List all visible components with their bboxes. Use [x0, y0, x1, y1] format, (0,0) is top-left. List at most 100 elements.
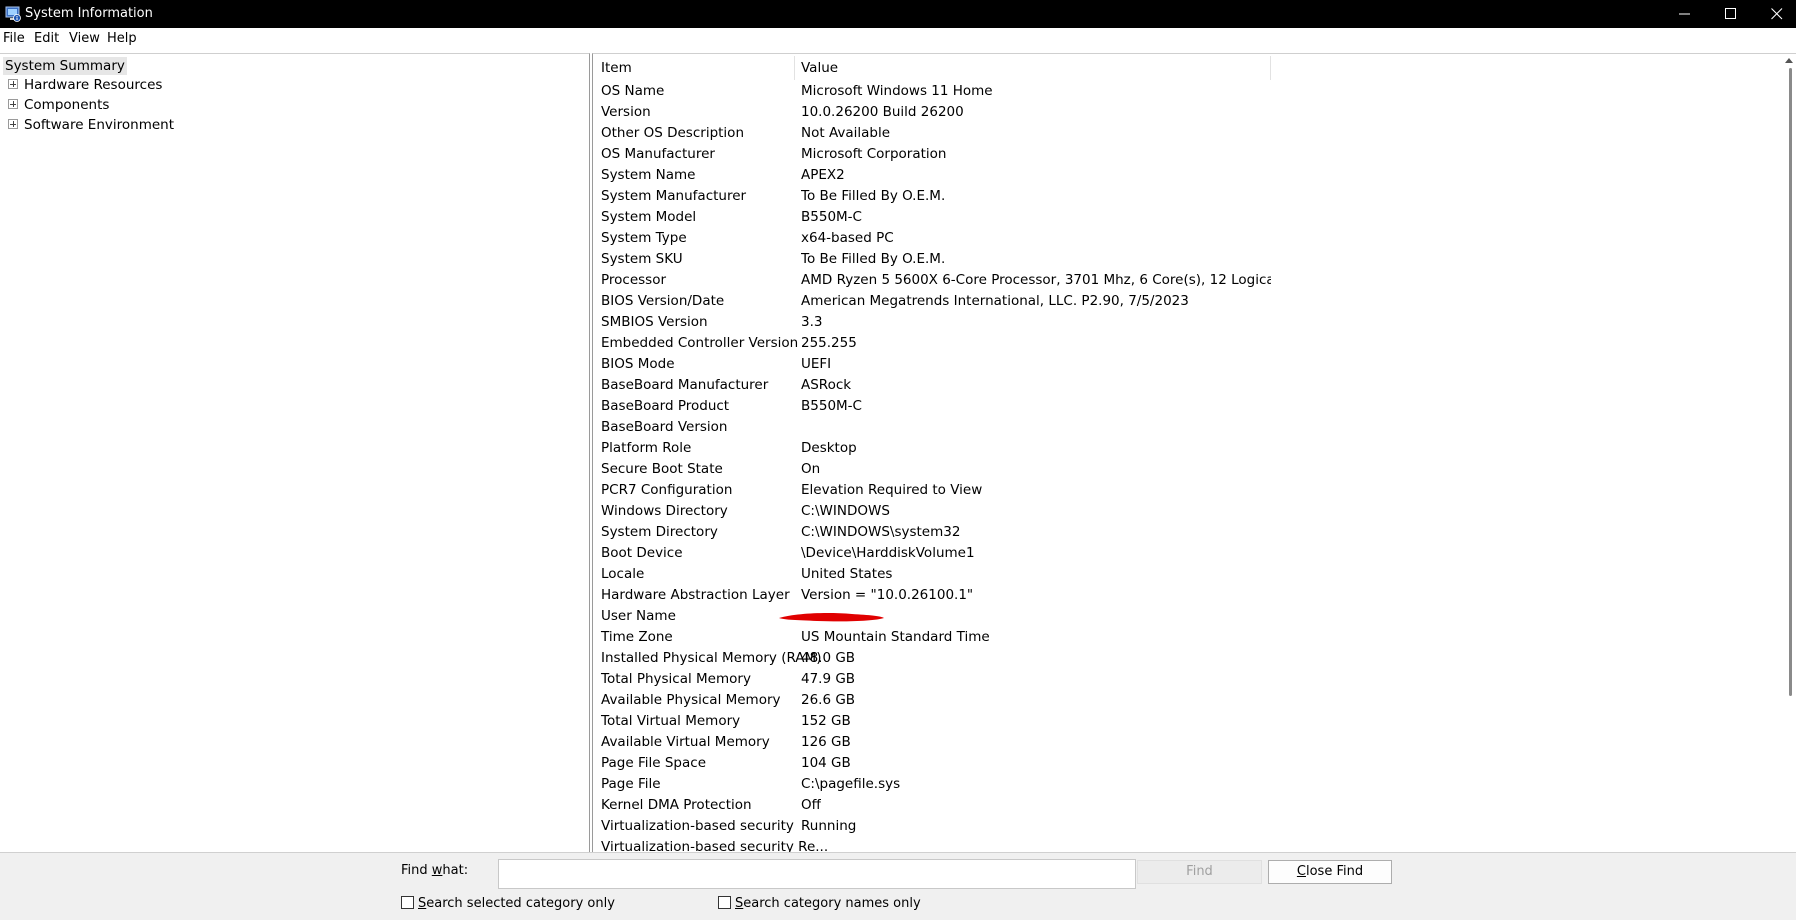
details-list[interactable]: Item Value OS Name Microsoft Windows 11 H… — [592, 53, 1796, 852]
value-cell: Running — [801, 818, 857, 834]
item-cell: Total Physical Memory — [601, 671, 751, 687]
table-row[interactable]: Available Physical Memory 26.6 GB — [593, 690, 1783, 711]
item-cell: BIOS Version/Date — [601, 293, 725, 309]
menu-edit[interactable]: Edit — [34, 31, 59, 47]
item-cell: Total Virtual Memory — [601, 713, 741, 729]
item-cell: Other OS Description — [601, 125, 744, 141]
table-row[interactable]: Boot Device \Device\HarddiskVolume1 — [593, 543, 1783, 564]
column-header-value[interactable]: Value — [801, 60, 838, 76]
item-cell: SMBIOS Version — [601, 314, 708, 330]
value-cell: C:\WINDOWS — [801, 503, 890, 519]
value-cell: Elevation Required to View — [801, 482, 983, 498]
table-row[interactable]: Installed Physical Memory (RAM) 48.0 GB — [593, 648, 1783, 669]
table-row[interactable]: Total Physical Memory 47.9 GB — [593, 669, 1783, 690]
table-row[interactable]: BIOS Mode UEFI — [593, 354, 1783, 375]
table-row[interactable]: System SKU To Be Filled By O.E.M. — [593, 249, 1783, 270]
menu-file[interactable]: File — [3, 31, 25, 47]
table-row[interactable]: Virtualization-based security Running — [593, 816, 1783, 837]
table-row[interactable]: BaseBoard Manufacturer ASRock — [593, 375, 1783, 396]
table-row[interactable]: Kernel DMA Protection Off — [593, 795, 1783, 816]
table-row[interactable]: Total Virtual Memory 152 GB — [593, 711, 1783, 732]
maximize-icon — [1725, 8, 1736, 19]
table-row[interactable]: Page File Space 104 GB — [593, 753, 1783, 774]
checkbox-box[interactable] — [718, 896, 731, 909]
find-what-input[interactable] — [498, 859, 1136, 889]
column-divider[interactable] — [794, 56, 795, 80]
table-row[interactable]: Locale United States — [593, 564, 1783, 585]
title-bar: System Information — [0, 0, 1796, 28]
table-row[interactable]: SMBIOS Version 3.3 — [593, 312, 1783, 333]
redaction-mark — [779, 613, 884, 622]
close-button[interactable] — [1754, 0, 1796, 28]
expand-icon[interactable] — [8, 99, 18, 109]
menu-view[interactable]: View — [69, 31, 100, 47]
item-cell: Boot Device — [601, 545, 683, 561]
category-tree[interactable]: System Summary Hardware Resources Compon… — [0, 53, 590, 852]
system-information-icon — [5, 6, 21, 22]
tree-item-system-summary[interactable]: System Summary — [3, 57, 127, 75]
scroll-up-icon[interactable] — [1785, 57, 1793, 63]
value-cell: To Be Filled By O.E.M. — [801, 188, 946, 204]
tree-item-label: Software Environment — [24, 117, 175, 133]
expand-icon[interactable] — [8, 79, 18, 89]
item-cell: BaseBoard Manufacturer — [601, 377, 769, 393]
search-selected-category-checkbox[interactable]: Search selected category only — [401, 896, 615, 911]
value-cell: 152 GB — [801, 713, 851, 729]
minimize-button[interactable] — [1662, 0, 1708, 28]
item-cell: System SKU — [601, 251, 683, 267]
vertical-scrollbar[interactable] — [1789, 68, 1792, 696]
table-row[interactable]: Other OS Description Not Available — [593, 123, 1783, 144]
item-cell: Page File — [601, 776, 661, 792]
value-cell: 126 GB — [801, 734, 851, 750]
table-row[interactable]: Time Zone US Mountain Standard Time — [593, 627, 1783, 648]
table-row[interactable]: OS Manufacturer Microsoft Corporation — [593, 144, 1783, 165]
table-row[interactable]: Secure Boot State On — [593, 459, 1783, 480]
table-row[interactable]: System Type x64-based PC — [593, 228, 1783, 249]
table-row[interactable]: Processor AMD Ryzen 5 5600X 6-Core Proces… — [593, 270, 1783, 291]
item-cell: Platform Role — [601, 440, 692, 456]
table-row[interactable]: Windows Directory C:\WINDOWS — [593, 501, 1783, 522]
table-row[interactable]: Available Virtual Memory 126 GB — [593, 732, 1783, 753]
table-row[interactable]: User Name — [593, 606, 1783, 627]
find-what-label: Find what: — [401, 863, 469, 878]
column-header-item[interactable]: Item — [601, 60, 632, 76]
tree-item-components[interactable]: Components — [8, 96, 109, 114]
table-row[interactable]: Version 10.0.26200 Build 26200 — [593, 102, 1783, 123]
menu-help[interactable]: Help — [107, 31, 137, 47]
table-row[interactable]: Virtualization-based security Re... — [593, 837, 1783, 852]
maximize-button[interactable] — [1708, 0, 1754, 28]
close-find-button[interactable]: Close Find — [1268, 860, 1392, 884]
value-cell: On — [801, 461, 821, 477]
value-cell: Version = "10.0.26100.1" — [801, 587, 974, 603]
item-cell: User Name — [601, 608, 676, 624]
table-row[interactable]: BaseBoard Version — [593, 417, 1783, 438]
table-row[interactable]: System Manufacturer To Be Filled By O.E.M… — [593, 186, 1783, 207]
tree-item-software-environment[interactable]: Software Environment — [8, 116, 174, 134]
checkbox-box[interactable] — [401, 896, 414, 909]
find-button[interactable]: Find — [1137, 860, 1262, 884]
item-cell: System Model — [601, 209, 697, 225]
column-divider[interactable] — [1270, 56, 1271, 80]
close-icon — [1771, 8, 1783, 20]
value-cell: 47.9 GB — [801, 671, 856, 687]
list-header: Item Value — [593, 54, 1783, 81]
table-row[interactable]: BIOS Version/Date American Megatrends Int… — [593, 291, 1783, 312]
table-row[interactable]: Page File C:\pagefile.sys — [593, 774, 1783, 795]
table-row[interactable]: System Model B550M-C — [593, 207, 1783, 228]
table-row[interactable]: Platform Role Desktop — [593, 438, 1783, 459]
expand-icon[interactable] — [8, 119, 18, 129]
minimize-icon — [1679, 13, 1690, 15]
table-row[interactable]: OS Name Microsoft Windows 11 Home — [593, 81, 1783, 102]
item-cell: OS Manufacturer — [601, 146, 715, 162]
table-row[interactable]: Hardware Abstraction Layer Version = "10.… — [593, 585, 1783, 606]
item-cell: BaseBoard Version — [601, 419, 728, 435]
table-row[interactable]: System Directory C:\WINDOWS\system32 — [593, 522, 1783, 543]
search-category-names-checkbox[interactable]: Search category names only — [718, 896, 921, 911]
tree-item-hardware-resources[interactable]: Hardware Resources — [8, 76, 162, 94]
item-cell: Page File Space — [601, 755, 706, 771]
table-row[interactable]: Embedded Controller Version 255.255 — [593, 333, 1783, 354]
item-cell: Virtualization-based security Re... — [601, 839, 829, 852]
table-row[interactable]: BaseBoard Product B550M-C — [593, 396, 1783, 417]
table-row[interactable]: PCR7 Configuration Elevation Required to … — [593, 480, 1783, 501]
table-row[interactable]: System Name APEX2 — [593, 165, 1783, 186]
